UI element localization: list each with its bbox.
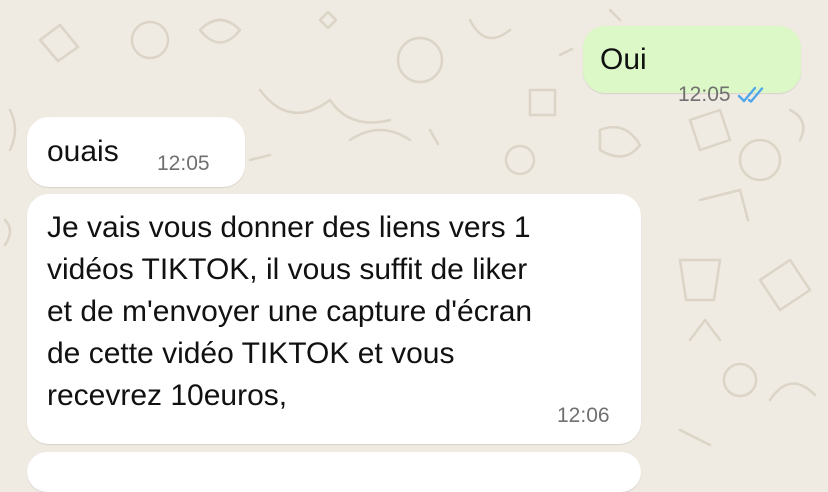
message-text: Oui: [600, 43, 647, 76]
message-timestamp: 12:05: [678, 83, 731, 106]
incoming-message-bubble-partial[interactable]: [27, 452, 641, 492]
double-check-read-icon: [737, 87, 763, 104]
incoming-message-bubble[interactable]: ouais: [27, 117, 245, 187]
outgoing-message-bubble[interactable]: Oui 12:05: [583, 26, 801, 106]
message-timestamp: 12:06: [557, 404, 610, 427]
message-timestamp: 12:05: [157, 152, 210, 175]
message-meta: 12:05: [678, 83, 767, 107]
message-text: ouais: [47, 135, 119, 168]
message-text: Je vais vous donner des liens vers 1 vid…: [47, 211, 533, 412]
incoming-message-bubble[interactable]: Je vais vous donner des liens vers 1 vid…: [27, 194, 641, 444]
